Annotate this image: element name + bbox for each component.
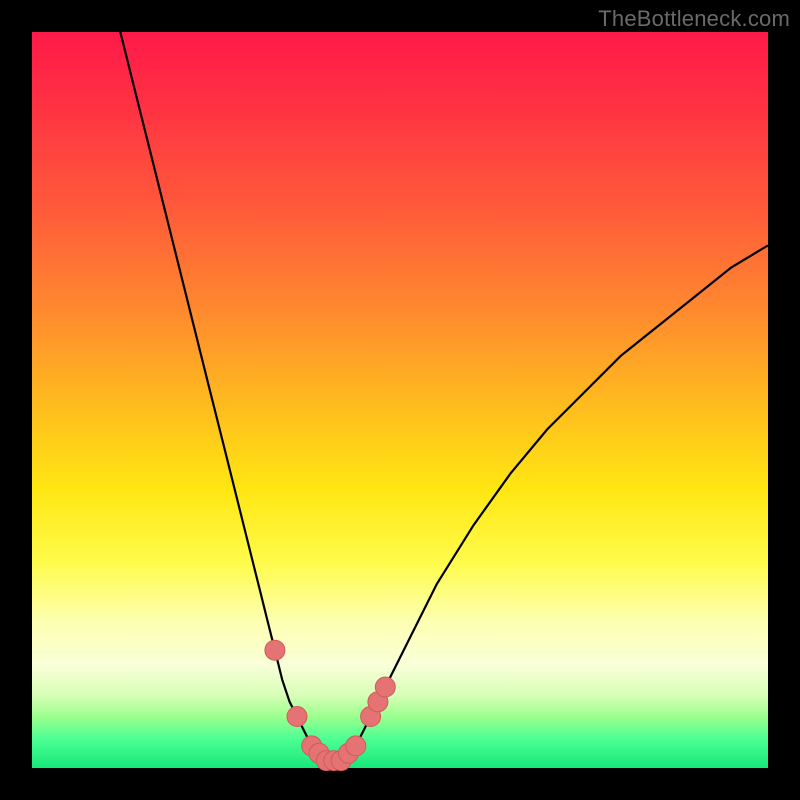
bottleneck-curve	[120, 32, 768, 761]
bottleneck-curve-svg	[32, 32, 768, 768]
curve-marker	[265, 640, 285, 660]
curve-marker	[346, 736, 366, 756]
curve-marker	[375, 677, 395, 697]
curve-markers	[265, 640, 395, 770]
chart-frame: TheBottleneck.com	[0, 0, 800, 800]
watermark-text: TheBottleneck.com	[598, 6, 790, 32]
curve-marker	[287, 707, 307, 727]
plot-area	[32, 32, 768, 768]
